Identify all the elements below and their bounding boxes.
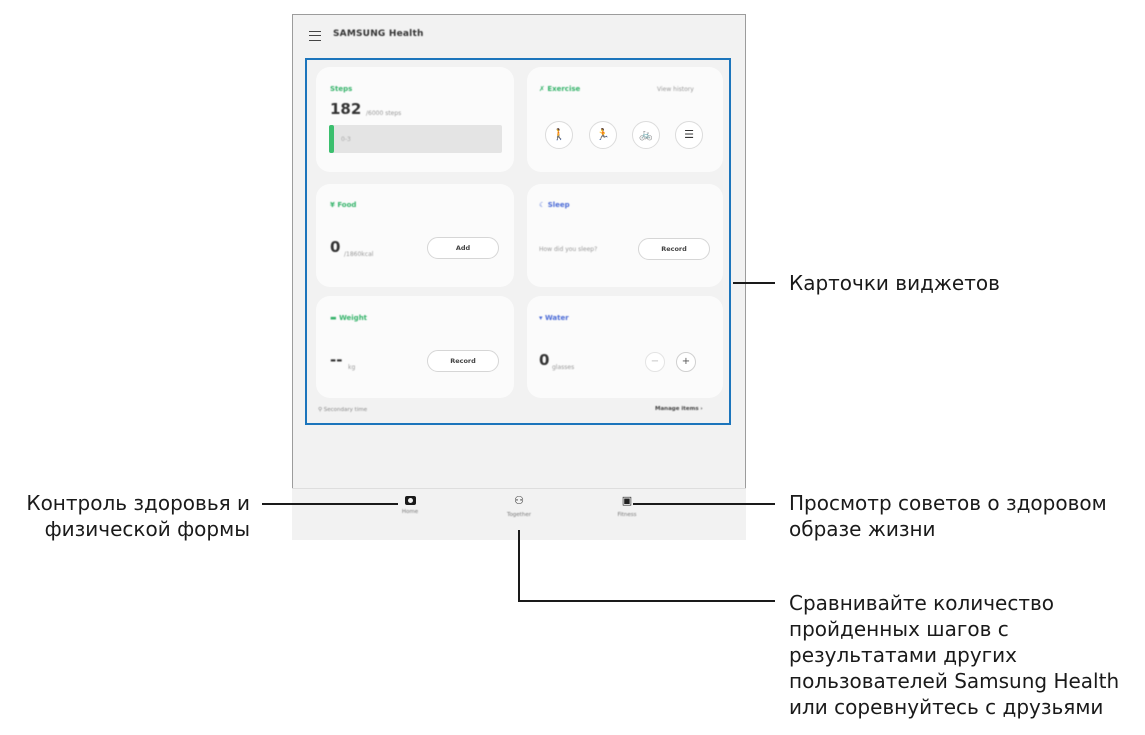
callout-line-home <box>262 503 398 505</box>
calendar-play-icon: ▣ <box>621 494 633 507</box>
callout-fitness: Просмотр советов о здоровом образе жизни <box>789 491 1107 541</box>
callout-line-widgets <box>733 282 775 284</box>
nav-together-label: Together <box>507 512 531 518</box>
home-icon <box>404 496 416 505</box>
nav-fitness-label: Fitness <box>617 512 637 518</box>
menu-icon[interactable] <box>309 31 321 41</box>
callout-line-fitness <box>633 503 775 505</box>
nav-fitness[interactable]: ▣ Fitness <box>597 494 657 518</box>
callout-line-together-vertical <box>518 530 520 602</box>
app-title: SAMSUNG Health <box>333 29 424 39</box>
people-icon: ⚇ <box>514 494 524 507</box>
callout-together: Сравнивайте количество пройденных шагов … <box>789 591 1120 719</box>
callout-widgets: Карточки виджетов <box>789 271 1000 295</box>
nav-together[interactable]: ⚇ Together <box>489 494 549 518</box>
callout-line-together-horizontal <box>518 600 775 602</box>
nav-home-label: Home <box>401 509 419 515</box>
callout-home: Контроль здоровья и физической формы <box>26 491 250 541</box>
widgets-highlight-frame <box>305 58 731 425</box>
app-bar: SAMSUNG Health <box>293 15 745 59</box>
